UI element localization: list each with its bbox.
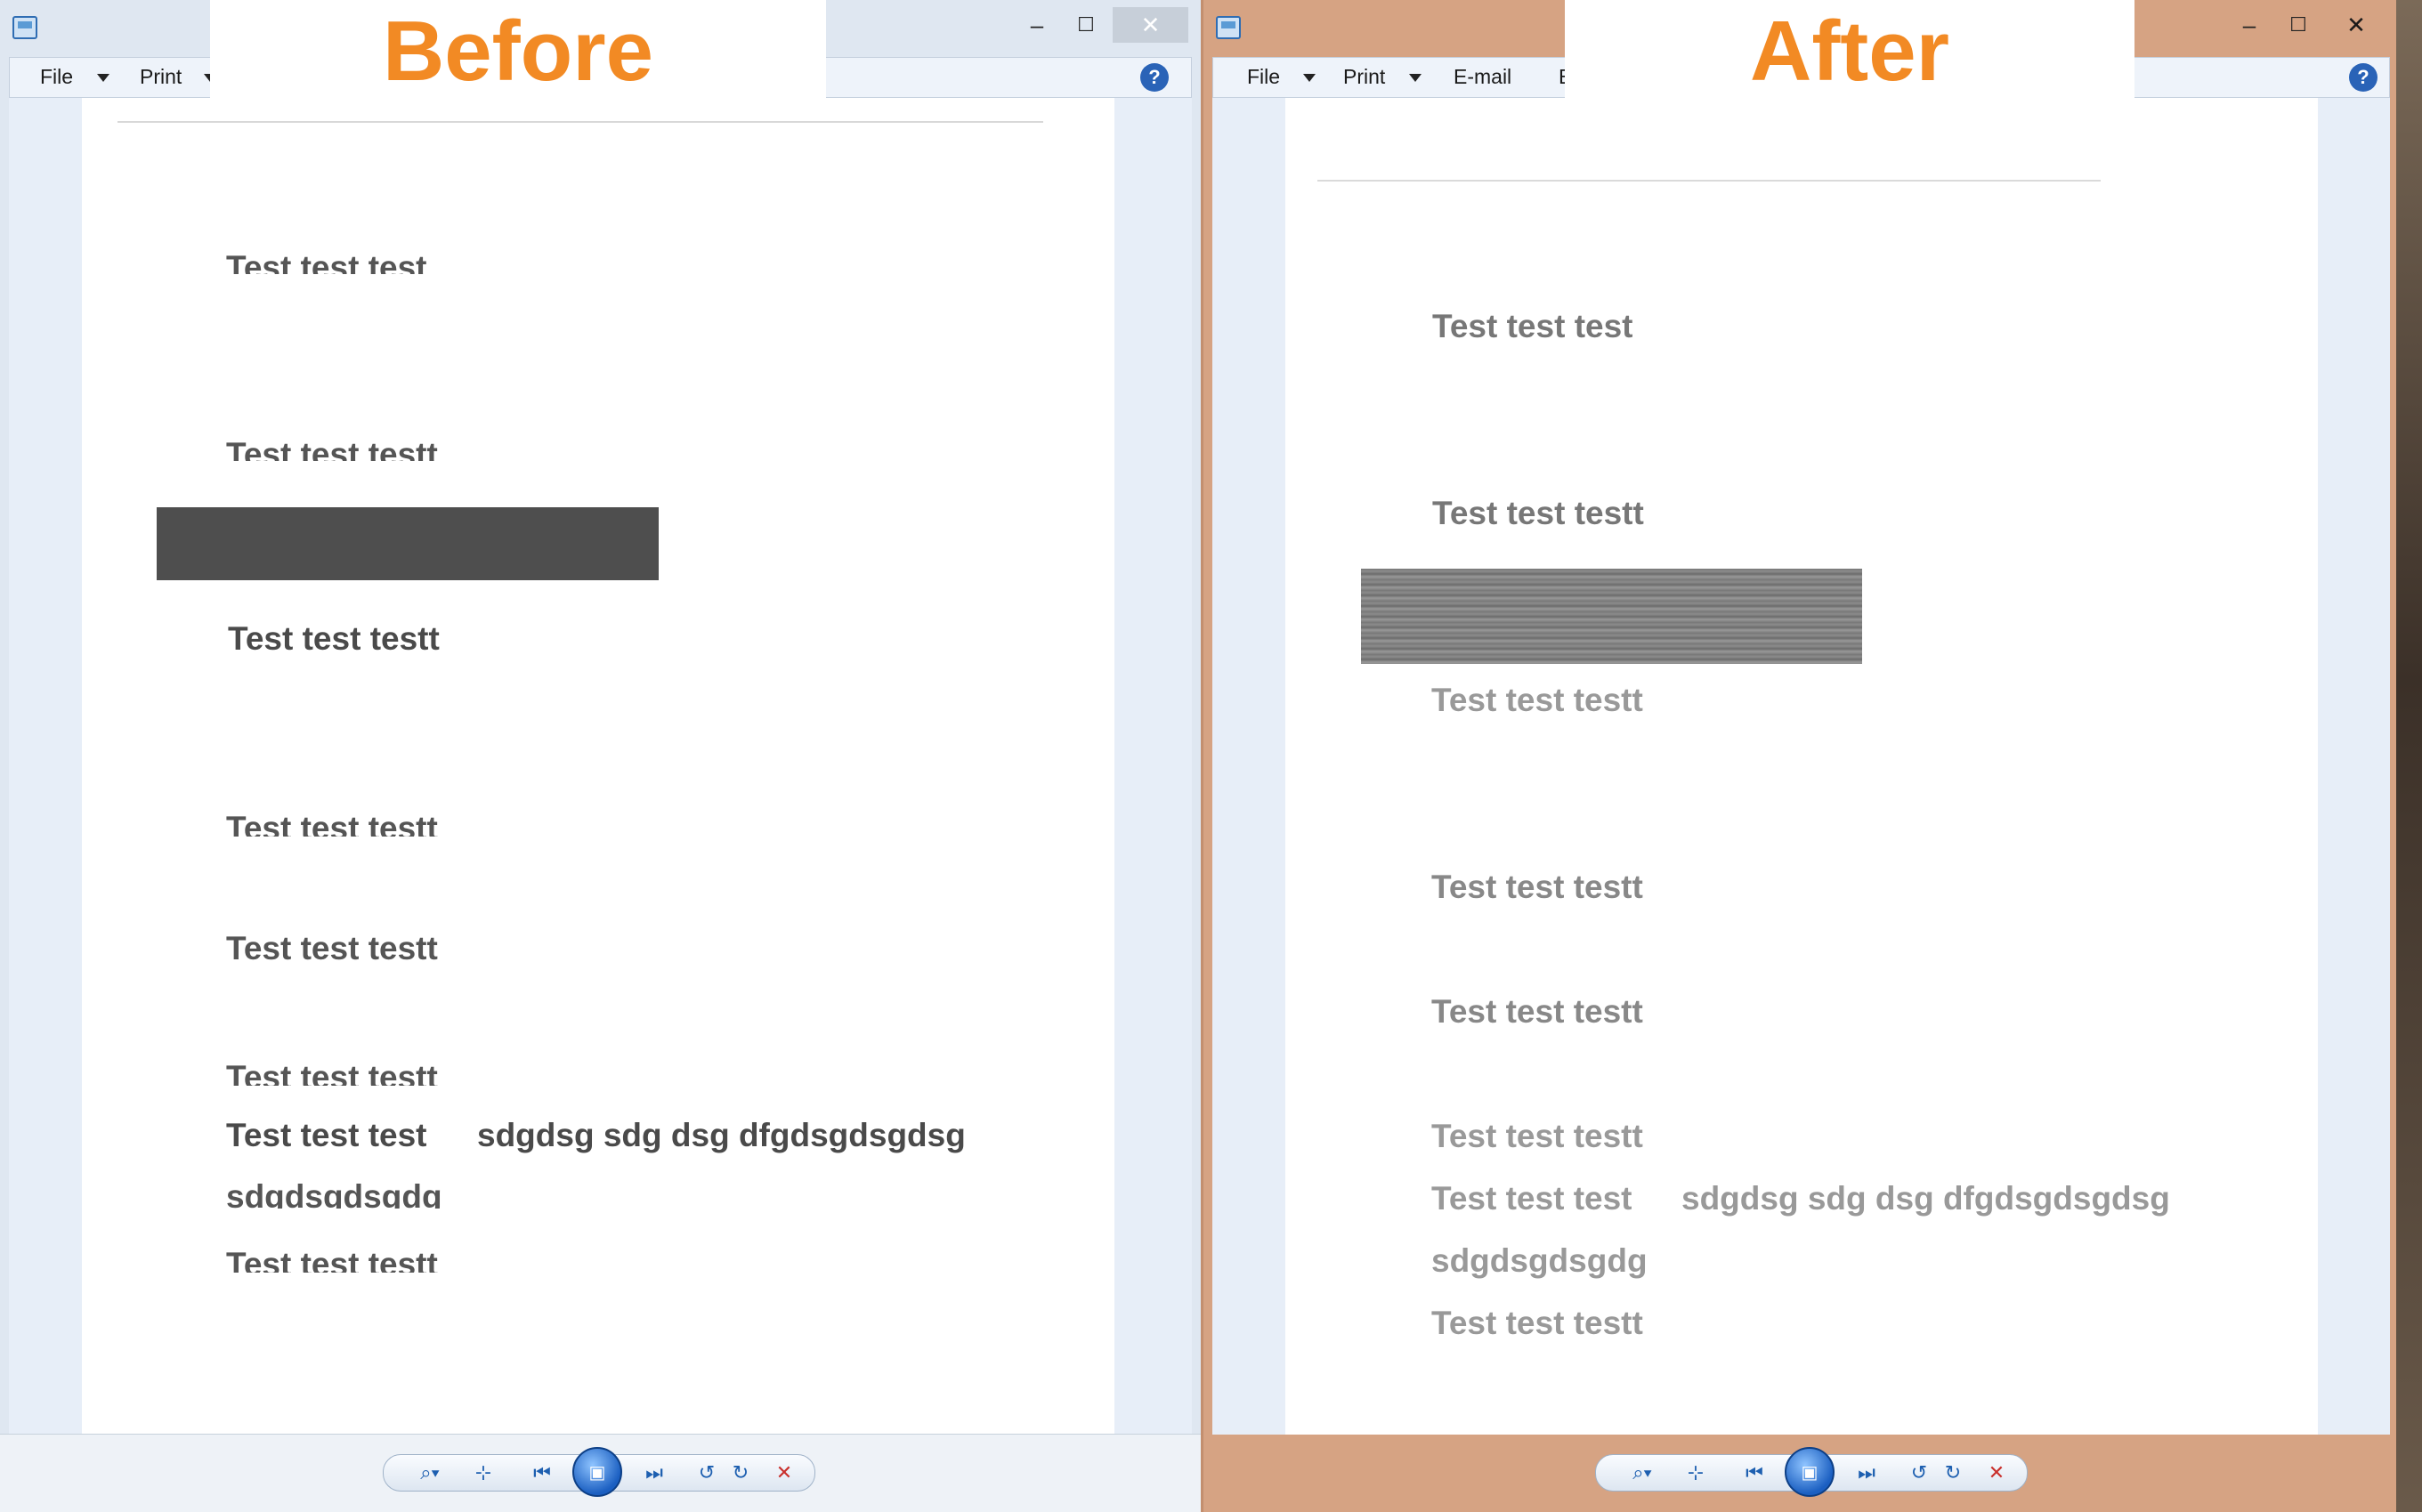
image-view-area[interactable]: Test test test Test test testt Test test…	[1212, 98, 2390, 1435]
zoom-icon[interactable]: ⌕▾	[410, 1455, 450, 1491]
desktop-background-strip	[2396, 0, 2422, 1512]
email-menu[interactable]: E-mail	[1454, 65, 1511, 89]
dark-test-bar	[157, 507, 659, 580]
rotate-clockwise-icon[interactable]: ↻	[725, 1455, 756, 1491]
rotate-counterclockwise-icon[interactable]: ↺	[692, 1455, 722, 1491]
actual-size-icon[interactable]: ⊹	[467, 1455, 499, 1491]
page-top-edge-line	[117, 121, 1043, 123]
print-menu-chevron-down-icon[interactable]	[1409, 74, 1422, 82]
page-text-line: Test test testt	[1431, 682, 1643, 718]
actual-size-icon[interactable]: ⊹	[1680, 1455, 1712, 1491]
close-button[interactable]: ✕	[1113, 7, 1188, 43]
file-menu-chevron-down-icon[interactable]	[1303, 74, 1316, 82]
next-icon[interactable]: ⏭	[629, 1455, 679, 1491]
rotate-clockwise-icon[interactable]: ↻	[1938, 1455, 1968, 1491]
delete-icon[interactable]: ✕	[1979, 1455, 2014, 1491]
page-text-line: sdgdsgdsgdg	[1431, 1242, 1648, 1279]
slideshow-button[interactable]: ▣	[1785, 1447, 1835, 1497]
page-text-line: sdgdsg sdg dsg dfgdsgdsgdsg	[1681, 1180, 2170, 1217]
page-text-line: sdgdsgdsgdg	[226, 1178, 442, 1209]
print-menu[interactable]: Print	[140, 65, 182, 89]
next-icon[interactable]: ⏭	[1842, 1455, 1891, 1491]
page-text-line: Test test test	[226, 249, 427, 274]
dark-test-bar	[1361, 569, 1862, 664]
minimize-button[interactable]: –	[2227, 7, 2272, 43]
previous-icon[interactable]: ⏮	[1729, 1455, 1779, 1491]
maximize-button[interactable]: ☐	[2276, 7, 2321, 43]
help-icon[interactable]: ?	[1140, 63, 1169, 92]
close-button[interactable]: ✕	[2325, 7, 2387, 43]
before-viewer-window: – ☐ ✕ File Print ? Test test test Test t…	[0, 0, 1202, 1512]
scanned-page-image: Test test test Test test testt Test test…	[82, 98, 1114, 1435]
page-text-line: Test test testt	[226, 436, 438, 461]
file-menu-chevron-down-icon[interactable]	[97, 74, 109, 82]
page-text-line: Test test testt	[1432, 495, 1644, 531]
slideshow-button[interactable]: ▣	[572, 1447, 622, 1497]
delete-icon[interactable]: ✕	[766, 1455, 802, 1491]
zoom-icon[interactable]: ⌕▾	[1623, 1455, 1662, 1491]
photo-viewer-app-icon[interactable]	[1216, 16, 1241, 39]
bottom-toolbar: ⌕▾ ⊹ ⏮ ▣ ⏭ ↺ ↻ ✕	[0, 1434, 1201, 1512]
before-banner-label: Before	[210, 0, 826, 103]
page-text-line: Test test test	[1432, 308, 1633, 344]
file-menu[interactable]: File	[1247, 65, 1280, 89]
page-text-line: Test test testt	[1431, 1118, 1643, 1154]
print-menu[interactable]: Print	[1343, 65, 1385, 89]
scanned-page-image: Test test test Test test testt Test test…	[1285, 98, 2318, 1435]
file-menu[interactable]: File	[40, 65, 73, 89]
previous-icon[interactable]: ⏮	[517, 1455, 567, 1491]
page-text-line: Test test testt	[1431, 993, 1643, 1030]
bottom-toolbar: ⌕▾ ⊹ ⏮ ▣ ⏭ ↺ ↻ ✕	[1203, 1435, 2399, 1512]
page-text-line: Test test testt	[226, 930, 438, 960]
navigation-control-group: ⌕▾ ⊹ ⏮ ▣ ⏭ ↺ ↻ ✕	[1595, 1447, 2028, 1497]
page-text-line: Test test testt	[1431, 869, 1643, 905]
page-text-line: Test test testt	[228, 620, 440, 657]
page-text-line: Test test testt	[226, 1246, 438, 1273]
rotate-counterclockwise-icon[interactable]: ↺	[1904, 1455, 1934, 1491]
page-text-line: sdgdsg sdg dsg dfgdsgdsgdsg	[477, 1117, 966, 1153]
page-text-line: Test test testt	[1431, 1305, 1643, 1341]
photo-viewer-app-icon[interactable]	[12, 16, 37, 39]
minimize-button[interactable]: –	[1015, 7, 1059, 43]
maximize-button[interactable]: ☐	[1064, 7, 1108, 43]
page-text-line: Test test testt	[226, 1059, 438, 1086]
page-text-line: Test test testt	[226, 810, 438, 837]
page-text-line: Test test test	[226, 1117, 427, 1153]
image-view-area[interactable]: Test test test Test test testt Test test…	[9, 98, 1192, 1435]
navigation-control-group: ⌕▾ ⊹ ⏮ ▣ ⏭ ↺ ↻ ✕	[383, 1447, 815, 1497]
page-top-edge-line	[1317, 180, 2101, 182]
page-text-line: Test test test	[1431, 1180, 1632, 1217]
after-viewer-window: – ☐ ✕ File Print E-mail E ? Test test te…	[1201, 0, 2399, 1512]
after-banner-label: After	[1565, 0, 2134, 103]
help-icon[interactable]: ?	[2349, 63, 2377, 92]
